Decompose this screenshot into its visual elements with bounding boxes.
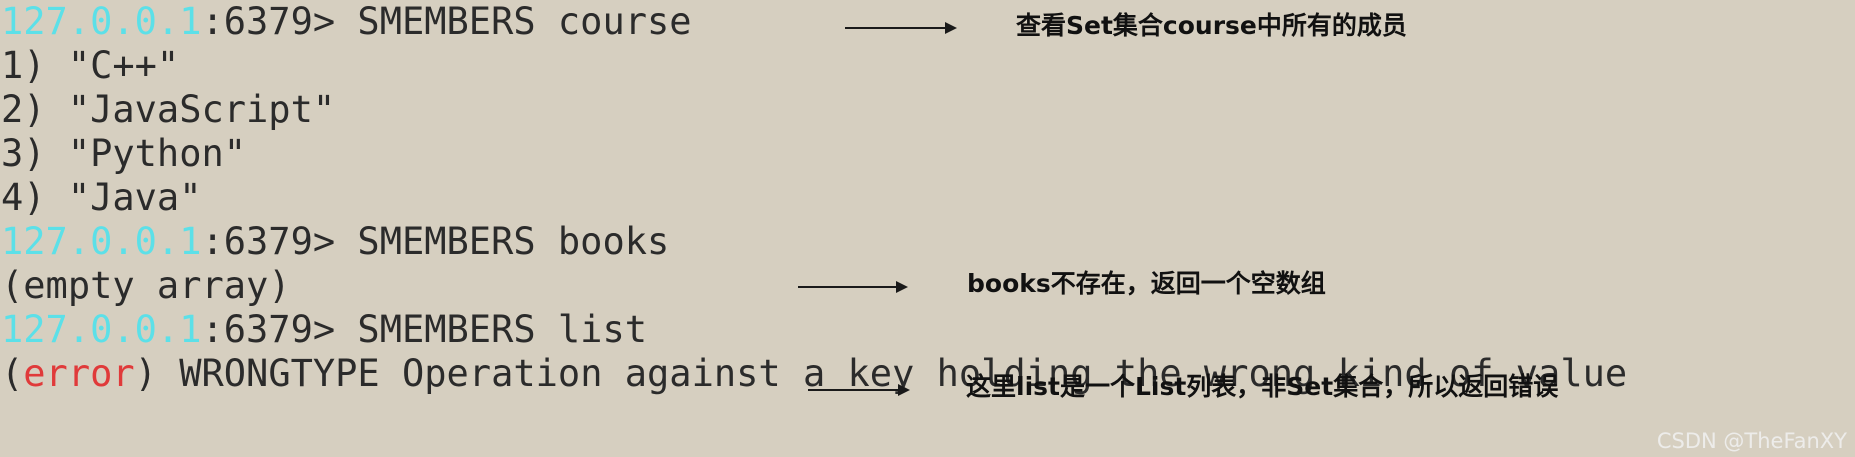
watermark: CSDN @TheFanXY [1656, 429, 1847, 453]
arrow-right-icon [798, 281, 908, 293]
result-line: 1) "C++" [1, 44, 180, 87]
prompt-ip: 127.0.0.1 [1, 0, 202, 43]
prompt-port: :6379> [201, 308, 358, 351]
command-text: SMEMBERS list [357, 308, 648, 351]
annotation-course: 查看Set集合course中所有的成员 [1016, 11, 1407, 40]
command-text: SMEMBERS course [357, 0, 692, 43]
terminal-output: 127.0.0.1:6379> SMEMBERS course 1) "C++"… [0, 0, 1855, 457]
error-label: error [23, 352, 135, 395]
result-line: (empty array) [1, 264, 291, 307]
command-line-course: 127.0.0.1:6379> SMEMBERS course [1, 0, 692, 44]
prompt-port: :6379> [201, 0, 358, 43]
command-line-books: 127.0.0.1:6379> SMEMBERS books [1, 220, 669, 264]
prompt-ip: 127.0.0.1 [1, 308, 202, 351]
annotation-books: books不存在，返回一个空数组 [967, 269, 1326, 298]
arrow-right-icon [808, 384, 910, 396]
result-line: 3) "Python" [1, 132, 247, 175]
error-paren: ( [1, 352, 24, 395]
command-line-list: 127.0.0.1:6379> SMEMBERS list [1, 308, 647, 352]
prompt-port: :6379> [201, 220, 358, 263]
prompt-ip: 127.0.0.1 [1, 220, 202, 263]
arrow-right-icon [845, 22, 957, 34]
annotation-list: 这里list是一个List列表，非Set集合，所以返回错误 [966, 372, 1559, 401]
command-text: SMEMBERS books [357, 220, 670, 263]
result-line: 4) "Java" [1, 176, 202, 219]
result-line: 2) "JavaScript" [1, 88, 336, 131]
